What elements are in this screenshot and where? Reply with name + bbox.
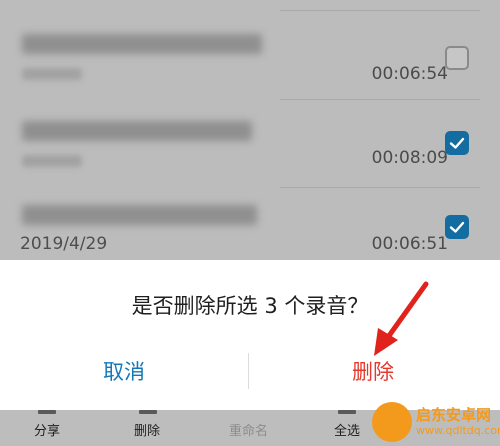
recording-checkbox-checked[interactable] xyxy=(445,215,469,239)
recordings-list: 00:06:54 00:08:09 00:06:51 2019/4/29 xyxy=(0,0,500,260)
recording-date-blurred xyxy=(22,68,82,80)
annotation-arrow-icon xyxy=(374,281,429,356)
watermark-logo-icon xyxy=(372,402,412,442)
row-divider xyxy=(280,99,480,100)
share-button[interactable]: 分享 xyxy=(34,420,60,439)
recording-item[interactable]: 00:06:54 xyxy=(0,12,500,104)
watermark-url: www.qdltdq.com xyxy=(416,424,500,437)
recording-checkbox-checked[interactable] xyxy=(445,131,469,155)
recording-duration: 00:06:54 xyxy=(371,64,448,84)
recording-checkbox[interactable] xyxy=(445,46,469,70)
delete-icon xyxy=(139,410,157,414)
recording-title-blurred xyxy=(22,205,257,225)
row-divider xyxy=(280,187,480,188)
check-icon xyxy=(449,221,465,233)
select-all-icon xyxy=(338,410,356,414)
recording-date-blurred xyxy=(22,155,82,167)
share-icon xyxy=(38,410,56,414)
recording-item[interactable]: 00:08:09 xyxy=(0,101,500,193)
select-all-button[interactable]: 全选 xyxy=(334,420,360,439)
row-divider xyxy=(280,10,480,11)
site-watermark: 启东安卓网 www.qdltdq.com xyxy=(372,398,500,446)
rename-button[interactable]: 重命名 xyxy=(229,420,268,439)
cancel-button[interactable]: 取消 xyxy=(0,356,248,386)
check-icon xyxy=(449,137,465,149)
bottom-delete-button[interactable]: 删除 xyxy=(134,420,160,439)
recording-title-blurred xyxy=(22,121,252,141)
recording-duration: 00:08:09 xyxy=(371,148,448,168)
delete-button[interactable]: 删除 xyxy=(249,356,497,386)
recording-date: 2019/4/29 xyxy=(20,234,108,254)
recording-duration: 00:06:51 xyxy=(371,234,448,254)
watermark-name: 启东安卓网 xyxy=(416,406,492,424)
recording-title-blurred xyxy=(22,34,262,54)
